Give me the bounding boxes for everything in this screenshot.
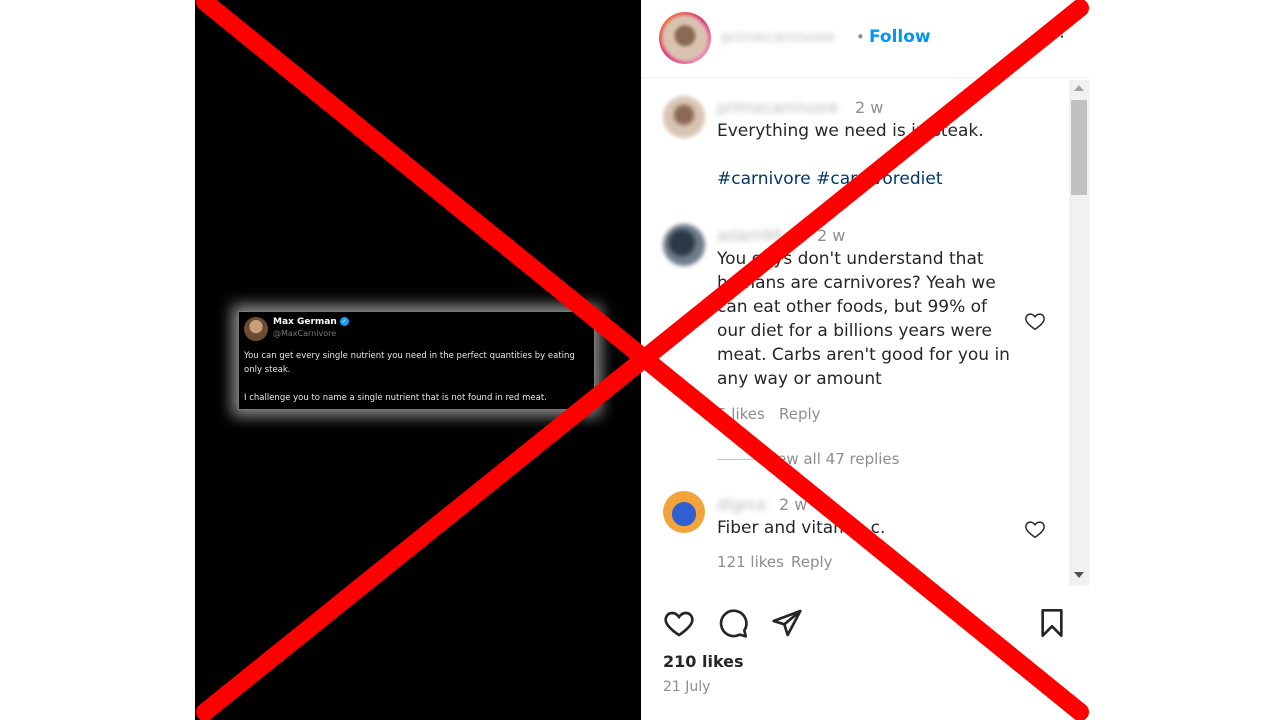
view-replies-link[interactable]: View all 47 replies — [763, 450, 899, 468]
replies-divider — [717, 459, 757, 460]
scroll-up-arrow-icon[interactable] — [1074, 85, 1084, 91]
separator-dot: • — [856, 28, 865, 46]
tweet-author-name-text: Max German — [273, 317, 337, 327]
comment-likes[interactable]: 5 likes — [717, 405, 765, 423]
bookmark-icon[interactable] — [1036, 607, 1068, 639]
comment-time: 2 w — [817, 226, 846, 245]
post-sidebar: primecarnivore • Follow ⋮ primecarnivore… — [641, 0, 1090, 720]
tweet-author-name: Max German ✓ — [273, 317, 349, 327]
tweet-body: You can get every single nutrient you ne… — [244, 349, 589, 405]
follow-button[interactable]: Follow — [869, 27, 931, 47]
tweet-paragraph: You can get every single nutrient you ne… — [244, 351, 575, 375]
scroll-thumb[interactable] — [1071, 100, 1087, 195]
scroll-down-arrow-icon[interactable] — [1074, 572, 1084, 578]
caption-username[interactable]: primecarnivore — [717, 98, 838, 117]
heart-icon[interactable] — [663, 607, 695, 639]
comment-avatar[interactable] — [663, 491, 705, 533]
tweet-handle: @MaxCarnivore — [273, 329, 337, 338]
comment-username[interactable]: adam99 — [717, 226, 783, 245]
tweet-screenshot: Max German ✓ @MaxCarnivore You can get ev… — [238, 311, 595, 410]
post-actions: 210 likes 21 July — [641, 587, 1090, 720]
comment-time: 2 w — [779, 495, 808, 514]
comments-scrollbar[interactable] — [1069, 80, 1089, 586]
reply-button[interactable]: Reply — [779, 405, 821, 423]
comment-text: Fiber and vitamin c. — [717, 518, 886, 538]
tweet-avatar — [244, 317, 268, 341]
post-date[interactable]: 21 July — [663, 679, 710, 695]
author-avatar[interactable] — [659, 12, 711, 64]
caption-time: 2 w — [855, 98, 884, 117]
share-icon[interactable] — [771, 607, 803, 639]
comment-username[interactable]: dlgrce — [717, 495, 767, 514]
heart-icon[interactable] — [1024, 310, 1046, 332]
verified-icon: ✓ — [339, 317, 349, 326]
more-options-icon[interactable]: ⋮ — [1053, 20, 1071, 41]
comment-likes[interactable]: 121 likes — [717, 553, 784, 571]
heart-icon[interactable] — [1024, 518, 1046, 540]
caption-avatar[interactable] — [663, 96, 705, 138]
post-likes-count[interactable]: 210 likes — [663, 652, 744, 671]
post-header: primecarnivore • Follow ⋮ — [641, 0, 1090, 78]
caption-hashtags[interactable]: #carnivore #carnivorediet — [717, 167, 943, 191]
reply-button[interactable]: Reply — [791, 553, 833, 571]
tweet-paragraph: I challenge you to name a single nutrien… — [244, 393, 547, 403]
comment-avatar[interactable] — [663, 224, 705, 266]
comment-text: You guys don't understand that humans ar… — [717, 249, 1010, 389]
caption-text: Everything we need is in steak. — [717, 121, 984, 141]
author-username[interactable]: primecarnivore — [721, 28, 835, 46]
comments-list[interactable]: primecarnivore 2 w Everything we need is… — [641, 80, 1070, 587]
comment-icon[interactable] — [717, 607, 749, 639]
